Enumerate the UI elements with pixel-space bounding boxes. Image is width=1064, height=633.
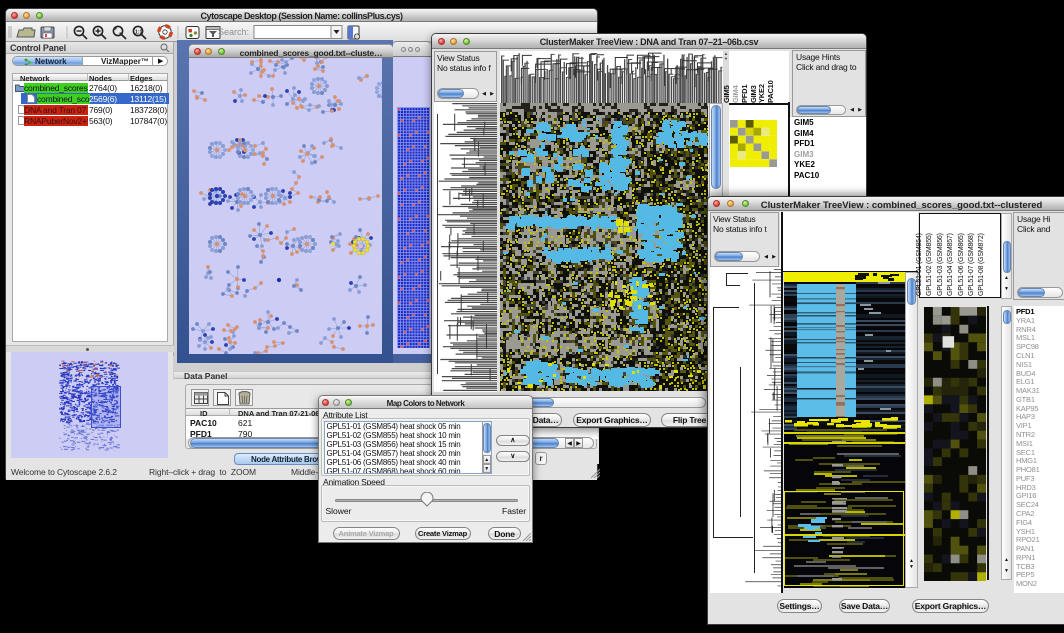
svg-text:1:1: 1:1 xyxy=(135,30,142,36)
svg-text:Search:: Search: xyxy=(218,27,249,37)
